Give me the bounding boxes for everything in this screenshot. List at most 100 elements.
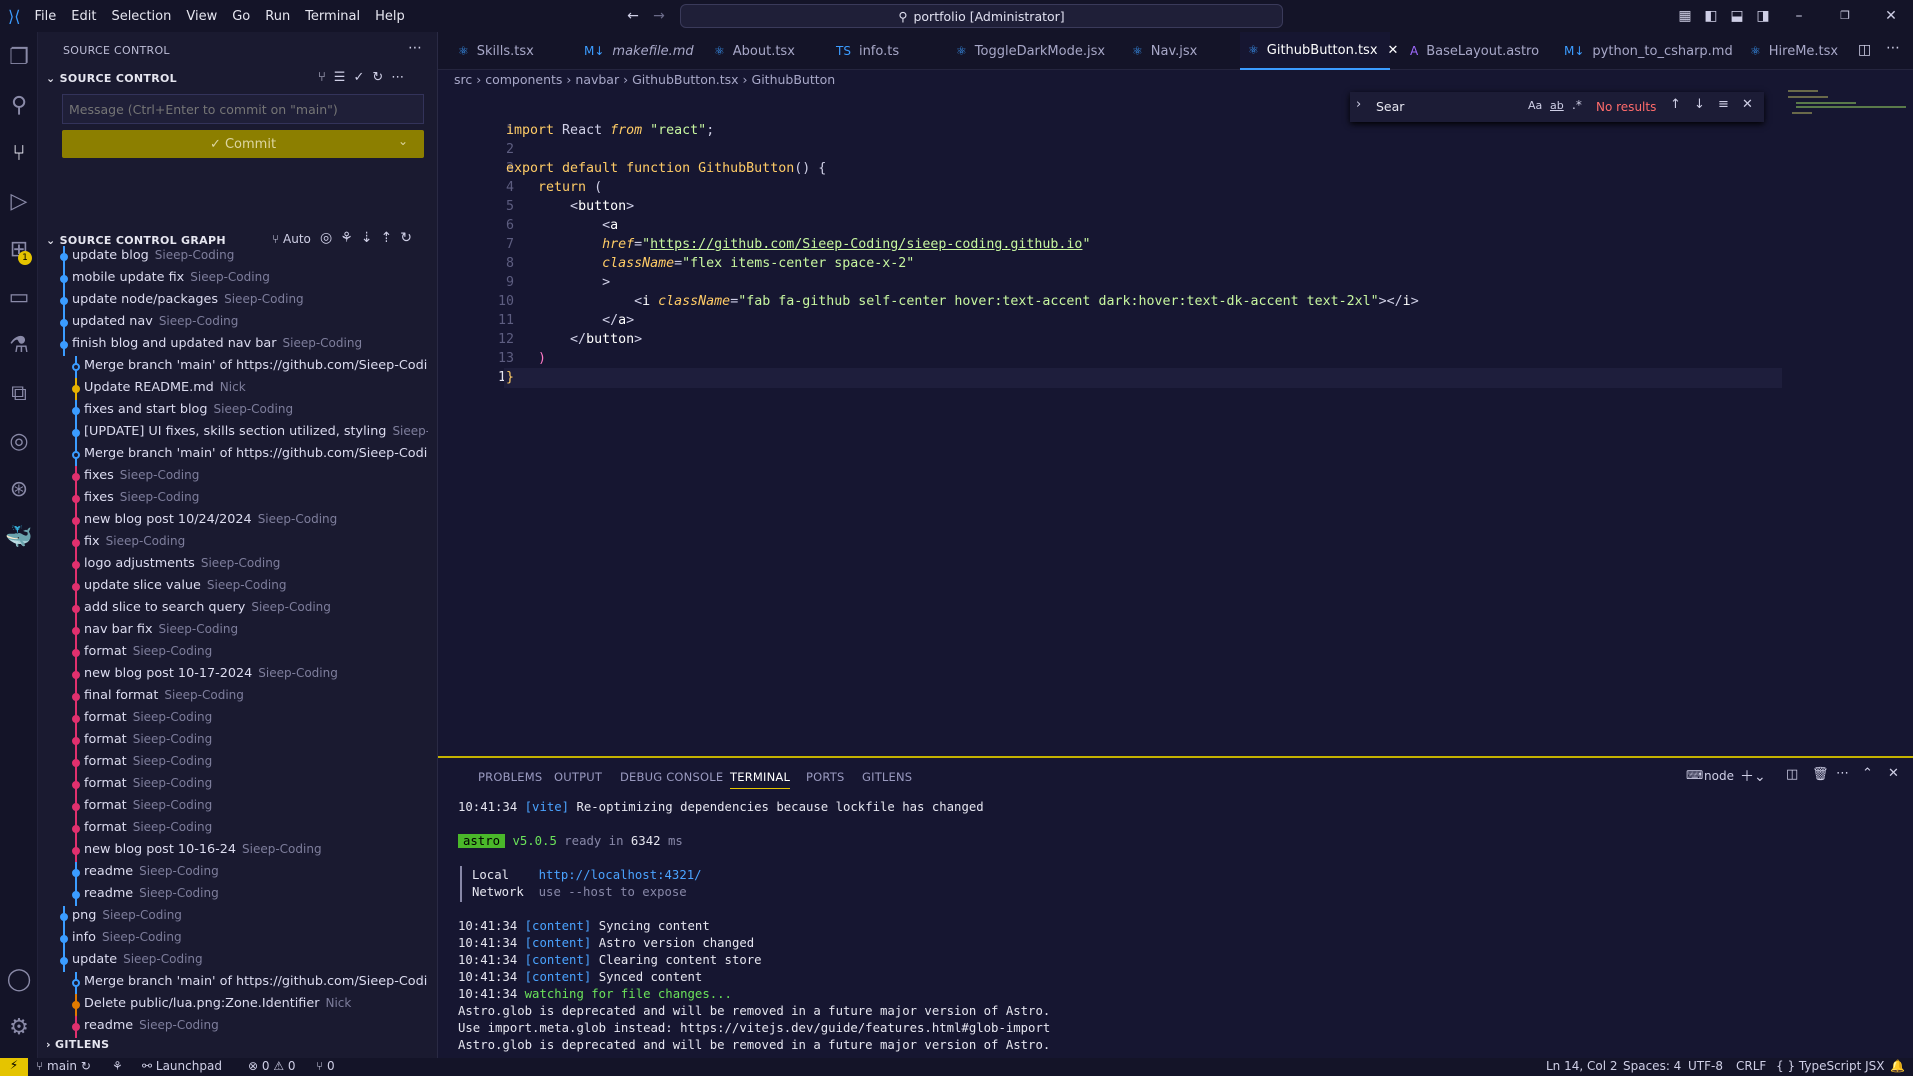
commit-row[interactable]: format Sieep-Coding [38, 818, 428, 840]
commit-row[interactable]: [UPDATE] UI fixes, skills section utiliz… [38, 422, 428, 444]
settings-gear-icon[interactable]: ⚙ [5, 1014, 33, 1042]
toggle-replace-chevron-icon[interactable]: › [1356, 97, 1361, 112]
commit-row[interactable]: new blog post 10-17-2024 Sieep-Coding [38, 664, 428, 686]
commit-row[interactable]: info Sieep-Coding [38, 928, 428, 950]
regex-icon[interactable]: .* [1572, 98, 1582, 112]
panel-tab[interactable]: GITLENS [862, 770, 912, 784]
breadcrumb-item[interactable]: src [454, 72, 472, 87]
match-case-icon[interactable]: Aa [1528, 99, 1542, 112]
commit-button[interactable]: ✓ Commit [62, 130, 424, 158]
forward-arrow-icon[interactable]: → [650, 7, 668, 25]
menu-item[interactable]: Help [375, 9, 405, 24]
new-terminal-icon[interactable]: ＋⌄ [1740, 766, 1766, 786]
commit-row[interactable]: update Sieep-Coding [38, 950, 428, 972]
breadcrumb-item[interactable]: components [485, 72, 562, 87]
editor-tab[interactable]: ⚛ About.tsx [706, 32, 822, 70]
gitlens-inspect-icon[interactable]: ⊛ [5, 476, 33, 504]
back-arrow-icon[interactable]: ← [624, 7, 642, 25]
close-find-icon[interactable]: ✕ [1742, 97, 1753, 112]
commit-row[interactable]: update node/packages Sieep-Coding [38, 290, 428, 312]
breadcrumb-item[interactable]: GithubButton [752, 72, 836, 87]
graph-toolbar-icons[interactable]: ⑂☰✓↻⋯ [318, 70, 412, 85]
customize-layout-icon[interactable]: ▦ [1676, 7, 1694, 25]
commit-row[interactable]: add slice to search query Sieep-Coding [38, 598, 428, 620]
panel-tab[interactable]: PROBLEMS [478, 770, 542, 784]
commit-row[interactable]: Update README.md Nick [38, 378, 428, 400]
commit-row[interactable]: readme Sieep-Coding [38, 862, 428, 884]
commit-row[interactable]: new blog post 10-16-24 Sieep-Coding [38, 840, 428, 862]
commit-row[interactable]: fix Sieep-Coding [38, 532, 428, 554]
split-terminal-icon[interactable]: ◫ [1786, 767, 1798, 782]
commit-row[interactable]: format Sieep-Coding [38, 752, 428, 774]
kill-terminal-icon[interactable]: 🗑 [1812, 767, 1829, 782]
editor-tab[interactable]: ⚛ ToggleDarkMode.jsx [948, 32, 1116, 70]
commit-row[interactable]: nav bar fix Sieep-Coding [38, 620, 428, 642]
containers-icon[interactable]: ⧉ [5, 380, 33, 408]
command-center[interactable]: ⚲ portfolio [Administrator] [680, 4, 1283, 28]
commit-row[interactable]: readme Sieep-Coding [38, 1016, 428, 1038]
launchpad-item[interactable]: ⚯ Launchpad [142, 1059, 222, 1073]
close-window-icon[interactable]: ✕ [1882, 7, 1900, 25]
indentation[interactable]: Spaces: 4 [1623, 1059, 1681, 1073]
ports-indicator[interactable]: ⑂ 0 [316, 1059, 335, 1073]
find-input[interactable]: Sear [1376, 99, 1404, 114]
commit-row[interactable]: logo adjustments Sieep-Coding [38, 554, 428, 576]
toggle-panel-icon[interactable]: ⬓ [1728, 7, 1746, 25]
testing-icon[interactable]: ⚗ [5, 332, 33, 360]
commit-row[interactable]: updated nav Sieep-Coding [38, 312, 428, 334]
commit-row[interactable]: format Sieep-Coding [38, 642, 428, 664]
menu-item[interactable]: Go [232, 9, 250, 24]
next-match-icon[interactable]: ↓ [1694, 97, 1705, 112]
editor-tab[interactable]: M↓ makefile.md [576, 32, 700, 70]
toggle-sidebar-icon[interactable]: ◧ [1702, 7, 1720, 25]
explorer-icon[interactable]: ❐ [5, 44, 33, 72]
commit-row[interactable]: readme Sieep-Coding [38, 884, 428, 906]
commit-row[interactable]: png Sieep-Coding [38, 906, 428, 928]
restore-icon[interactable]: ❐ [1836, 7, 1854, 25]
editor-tab[interactable]: ⚛ Skills.tsx [450, 32, 570, 70]
commit-row[interactable]: new blog post 10/24/2024 Sieep-Coding [38, 510, 428, 532]
match-word-icon[interactable]: ab [1550, 99, 1564, 112]
find-in-selection-icon[interactable]: ≡ [1718, 97, 1729, 112]
editor-tab[interactable]: TS info.ts [828, 32, 938, 70]
remote-indicator[interactable]: ⚡ [0, 1058, 28, 1076]
account-icon[interactable]: ◯ [5, 966, 33, 994]
menu-item[interactable]: File [34, 9, 56, 24]
editor-tab[interactable]: ⚛ Nav.jsx [1124, 32, 1230, 70]
graph-auto-toggle[interactable]: ⑂ Auto [272, 232, 311, 246]
cursor-position[interactable]: Ln 14, Col 2 [1546, 1059, 1618, 1073]
previous-match-icon[interactable]: ↑ [1670, 97, 1681, 112]
menu-item[interactable]: View [186, 9, 217, 24]
gitlens-icon[interactable]: ◎ [5, 428, 33, 456]
commit-row[interactable]: Merge branch 'main' of https://github.co… [38, 444, 428, 466]
remote-explorer-icon[interactable]: ▭ [5, 284, 33, 312]
commit-row[interactable]: update slice value Sieep-Coding [38, 576, 428, 598]
encoding[interactable]: UTF-8 [1688, 1059, 1723, 1073]
split-editor-icon[interactable]: ◫ [1858, 42, 1871, 58]
editor-tab[interactable]: ⚛ GithubButton.tsx ✕ [1240, 32, 1398, 70]
commit-row[interactable]: finish blog and updated nav bar Sieep-Cod… [38, 334, 428, 356]
editor-tab[interactable]: M↓ python_to_csharp.md [1556, 32, 1736, 70]
panel-tab[interactable]: OUTPUT [554, 770, 602, 784]
panel-more-icon[interactable]: ⋯ [1836, 766, 1849, 781]
graph-actions-icons[interactable]: ◎⚘⇣⇡↻ [320, 230, 420, 246]
commit-row[interactable]: fixes and start blog Sieep-Coding [38, 400, 428, 422]
editor-area[interactable] [438, 32, 1913, 756]
git-graph-icon[interactable]: ⚘ [112, 1059, 123, 1073]
source-control-icon[interactable]: ⑂ [5, 140, 33, 168]
commit-row[interactable]: format Sieep-Coding [38, 796, 428, 818]
menu-item[interactable]: Edit [71, 9, 96, 24]
commit-row[interactable]: Merge branch 'main' of https://github.co… [38, 972, 428, 994]
gitlens-section-header[interactable]: › GITLENS [46, 1038, 109, 1051]
commit-row[interactable]: Delete public/lua.png:Zone.Identifier Nic… [38, 994, 428, 1016]
commit-row[interactable]: format Sieep-Coding [38, 708, 428, 730]
menu-item[interactable]: Terminal [305, 9, 360, 24]
branch-indicator[interactable]: ⑂ main ↻ [36, 1059, 91, 1073]
panel-tab[interactable]: DEBUG CONSOLE [620, 770, 723, 784]
commit-row[interactable]: format Sieep-Coding [38, 730, 428, 752]
vscode-logo-icon[interactable]: ⟩⟨ [8, 7, 20, 26]
terminal-shell-label[interactable]: node [1704, 769, 1734, 783]
commit-row[interactable]: Merge branch 'main' of https://github.co… [38, 356, 428, 378]
end-of-line[interactable]: CRLF [1736, 1059, 1766, 1073]
commit-message-input[interactable] [62, 94, 424, 124]
